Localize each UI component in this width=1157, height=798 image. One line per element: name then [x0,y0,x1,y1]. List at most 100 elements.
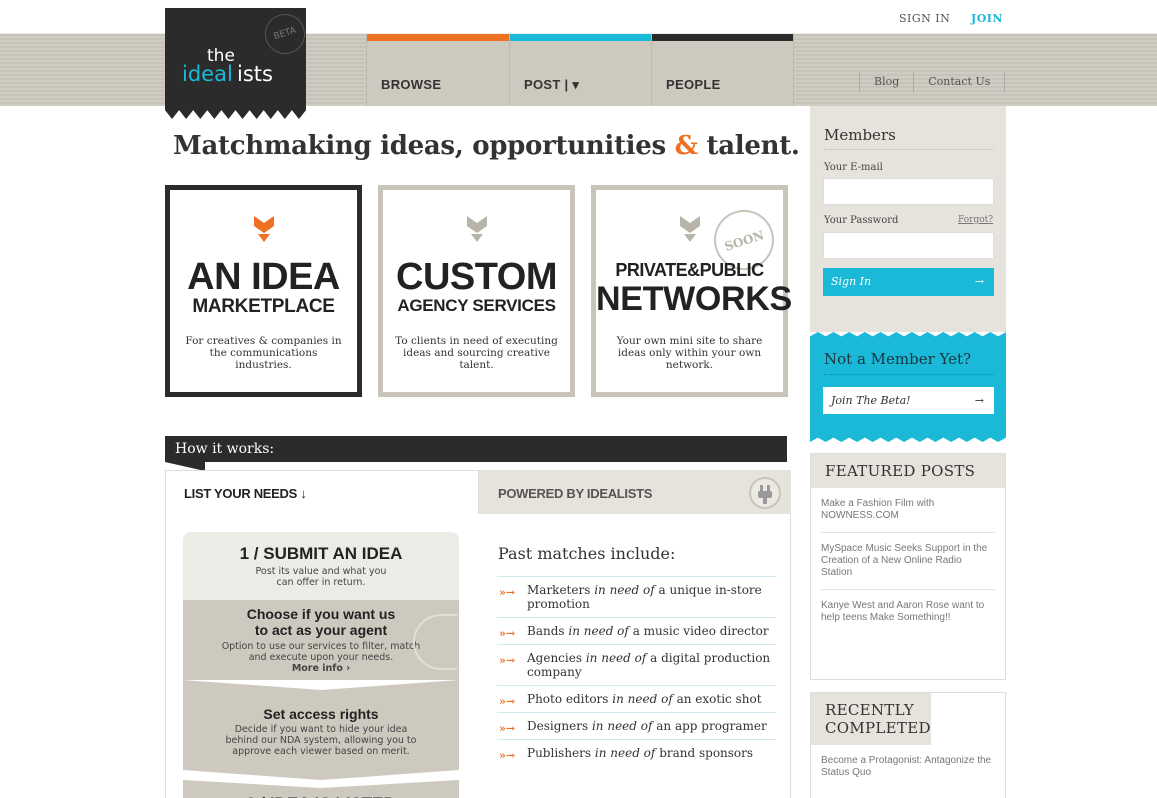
side-links: Blog Contact Us [859,72,1006,92]
plug-icon [749,477,781,509]
email-label: Your E-mail [824,162,883,173]
step-access-rights: Set access rights Decide if you want to … [183,680,459,780]
tab-list-your-needs[interactable]: LIST YOUR NEEDS ↓ [184,486,307,501]
featured-post-link[interactable]: Make a Fashion Film with NOWNESS.COM [821,488,995,533]
nav-label[interactable]: BROWSE [381,77,441,92]
contact-us-link[interactable]: Contact Us [913,72,1006,92]
plug-glyph [758,485,772,504]
more-info-link[interactable]: More info › [183,663,459,674]
step-choose-agent: Choose if you want us to act as your age… [183,600,459,680]
not-member-title: Not a Member Yet? [824,350,972,368]
featured-posts-panel: FEATURED POSTS Make a Fashion Film with … [810,453,1006,680]
nav-label[interactable]: PEOPLE [666,77,721,92]
card-title: PRIVATE&PUBLIC [615,260,764,280]
list-item: »→ Bands in need of a music video directo… [497,617,776,644]
card-subtitle: NETWORKS [596,280,792,318]
not-member-box: Not a Member Yet? Join The Beta! → [810,332,1006,442]
match-connector: in need of [594,583,655,597]
button-label: Join The Beta! [831,394,911,407]
recently-completed-panel: RECENTLY COMPLETED Become a Protagonist:… [810,692,1006,798]
forgot-password-link[interactable]: Forgot? [958,215,993,225]
password-label: Your Password [824,215,899,226]
page-tagline: Matchmaking ideas, opportunities & talen… [173,131,800,161]
match-what: an exotic shot [676,692,762,706]
step-text: Option to use our services to filter, ma… [221,641,421,663]
card-private-public-networks[interactable]: SOON PRIVATE&PUBLIC NETWORKS Your own mi… [591,185,792,397]
match-connector: in need of [585,651,647,665]
password-field[interactable] [823,232,994,259]
nav-bar-color [510,34,651,41]
nav-bar-color [652,34,793,41]
double-arrow-icon: »→ [499,695,516,708]
completed-post-link[interactable]: Become a Protagonist: Antagonize the Sta… [821,745,995,789]
card-idea-marketplace[interactable]: AN IDEA MARKETPLACE For creatives & comp… [165,185,362,397]
join-beta-button[interactable]: Join The Beta! → [823,387,994,414]
steps-column: 1 / SUBMIT AN IDEA Post its value and wh… [183,532,459,798]
double-arrow-icon: »→ [499,722,516,735]
list-item: »→ Publishers in need of brand sponsors [497,739,776,766]
nav-tab-people[interactable]: PEOPLE [651,34,794,106]
button-label: Sign In [831,275,872,288]
members-title: Members [824,126,896,144]
past-matches-title: Past matches include: [498,544,676,563]
double-arrow-icon: »→ [499,586,516,599]
list-item: »→ Agencies in need of a digital producti… [497,644,776,685]
match-who: Designers [527,719,589,733]
tagline-after: talent. [697,131,800,161]
match-who: Agencies [527,651,582,665]
email-field[interactable] [823,178,994,205]
how-it-works-title: How it works: [175,441,275,457]
match-who: Marketers [527,583,591,597]
tagline-before: Matchmaking ideas, opportunities [173,131,675,161]
card-description: For creatives & companies in the communi… [185,335,342,371]
past-matches-list: »→ Marketers in need of a unique in-store… [497,576,776,766]
card-custom-agency[interactable]: CUSTOM AGENCY SERVICES To clients in nee… [378,185,575,397]
divider [824,149,994,150]
nav-label[interactable]: POST | ▾ [524,77,579,93]
double-arrow-icon: »→ [499,627,516,640]
featured-post-link[interactable]: MySpace Music Seeks Support in the Creat… [821,533,995,590]
nav-bar-color [367,34,509,41]
members-login-box: Members Your E-mail Your Password Forgot… [810,106,1006,332]
match-who: Photo editors [527,692,609,706]
arrow-down-icon [467,216,487,242]
nav-tab-post[interactable]: POST | ▾ [509,34,651,106]
tab-label: POWERED BY IDEALISTS [498,486,653,501]
join-link[interactable]: JOIN [971,12,1003,25]
step-submit-idea: 1 / SUBMIT AN IDEA Post its value and wh… [183,532,459,600]
card-description: To clients in need of executing ideas an… [395,335,558,371]
double-arrow-icon: »→ [499,749,516,762]
match-who: Bands [527,624,565,638]
nav-tab-browse[interactable]: BROWSE [366,34,509,106]
step-title: Set access rights [263,706,379,722]
match-what: brand sponsors [659,746,754,760]
card-subtitle: MARKETPLACE [192,296,335,317]
step-text: Decide if you want to hide your idea beh… [225,724,417,757]
logo[interactable]: the ideal ists BETA [165,8,306,119]
list-item: »→ Designers in need of an app programer [497,712,776,739]
match-connector: in need of [568,624,629,638]
list-item: »→ Photo editors in need of an exotic sho… [497,685,776,712]
step-text: Post its value and what you can offer in… [255,566,387,588]
match-who: Publishers [527,746,592,760]
blog-link[interactable]: Blog [859,72,913,92]
step-title: Choose if you want us to act as your age… [246,606,396,638]
sign-in-link[interactable]: SIGN IN [899,12,950,25]
featured-post-link[interactable]: Kanye West and Aaron Rose want to help t… [821,590,995,634]
card-title: CUSTOM [396,256,557,298]
card-title: AN IDEA [187,256,340,298]
tagline-ampersand: & [674,131,698,161]
recently-completed-title: RECENTLY COMPLETED [811,693,931,745]
step-title: 1 / SUBMIT AN IDEA [239,544,403,563]
sign-in-button[interactable]: Sign In → [823,268,994,296]
arrow-right-icon: → [974,275,984,288]
arrow-down-icon [680,216,700,242]
logo-ists: ists [237,62,273,86]
match-connector: in need of [591,719,653,733]
divider [824,374,994,375]
match-what: a music video director [632,624,769,638]
list-item: »→ Marketers in need of a unique in-store… [497,576,776,617]
step-idea-listed: 2 / IDEA IS LISTED [183,780,459,798]
tab-powered-by-idealists[interactable]: POWERED BY IDEALISTS [478,470,791,514]
featured-posts-title: FEATURED POSTS [811,454,1005,488]
